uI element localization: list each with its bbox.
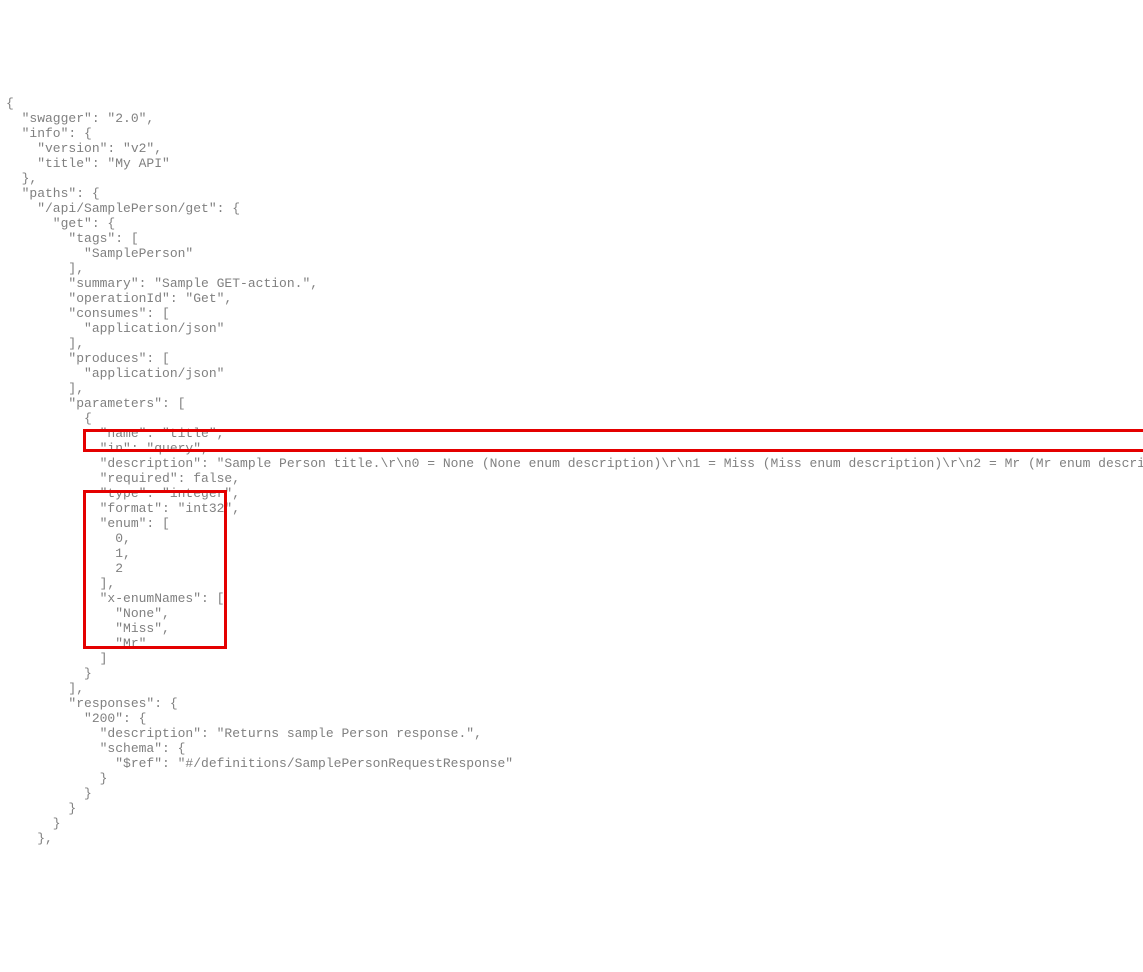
code-line: } xyxy=(6,666,1137,681)
code-line: ], xyxy=(6,576,1137,591)
code-line: "enum": [ xyxy=(6,516,1137,531)
code-line: }, xyxy=(6,831,1137,846)
code-line: 0, xyxy=(6,531,1137,546)
code-line: "get": { xyxy=(6,216,1137,231)
code-line: ] xyxy=(6,651,1137,666)
code-line: "title": "My API" xyxy=(6,156,1137,171)
code-line: "format": "int32", xyxy=(6,501,1137,516)
code-line: } xyxy=(6,816,1137,831)
code-line: "$ref": "#/definitions/SamplePersonReque… xyxy=(6,756,1137,771)
code-line: 2 xyxy=(6,561,1137,576)
code-line: "tags": [ xyxy=(6,231,1137,246)
code-line: "Mr" xyxy=(6,636,1137,651)
code-line: "parameters": [ xyxy=(6,396,1137,411)
code-line: "info": { xyxy=(6,126,1137,141)
code-line: "required": false, xyxy=(6,471,1137,486)
code-line: "/api/SamplePerson/get": { xyxy=(6,201,1137,216)
code-line: "swagger": "2.0", xyxy=(6,111,1137,126)
code-line: "application/json" xyxy=(6,366,1137,381)
code-line: "consumes": [ xyxy=(6,306,1137,321)
code-line: { xyxy=(6,411,1137,426)
code-line: "responses": { xyxy=(6,696,1137,711)
code-line: "in": "query", xyxy=(6,441,1137,456)
code-line: "description": "Returns sample Person re… xyxy=(6,726,1137,741)
code-line: "200": { xyxy=(6,711,1137,726)
code-line: "summary": "Sample GET-action.", xyxy=(6,276,1137,291)
code-line: "type": "integer", xyxy=(6,486,1137,501)
code-line: }, xyxy=(6,171,1137,186)
code-line: "Miss", xyxy=(6,621,1137,636)
code-line: "operationId": "Get", xyxy=(6,291,1137,306)
code-line: "schema": { xyxy=(6,741,1137,756)
code-line: ], xyxy=(6,336,1137,351)
code-line: } xyxy=(6,771,1137,786)
code-line: ], xyxy=(6,681,1137,696)
code-line: } xyxy=(6,786,1137,801)
code-line: "name": "title", xyxy=(6,426,1137,441)
code-lines: { "swagger": "2.0", "info": { "version":… xyxy=(6,96,1137,846)
code-line: "application/json" xyxy=(6,321,1137,336)
code-line: "description": "Sample Person title.\r\n… xyxy=(6,456,1137,471)
code-line: "produces": [ xyxy=(6,351,1137,366)
code-line: } xyxy=(6,801,1137,816)
code-line: 1, xyxy=(6,546,1137,561)
code-line: { xyxy=(6,96,1137,111)
code-line: "version": "v2", xyxy=(6,141,1137,156)
code-line: ], xyxy=(6,381,1137,396)
code-block: { "swagger": "2.0", "info": { "version":… xyxy=(6,66,1137,891)
code-line: "None", xyxy=(6,606,1137,621)
code-line: ], xyxy=(6,261,1137,276)
code-line: "paths": { xyxy=(6,186,1137,201)
code-line: "x-enumNames": [ xyxy=(6,591,1137,606)
code-line: "SamplePerson" xyxy=(6,246,1137,261)
